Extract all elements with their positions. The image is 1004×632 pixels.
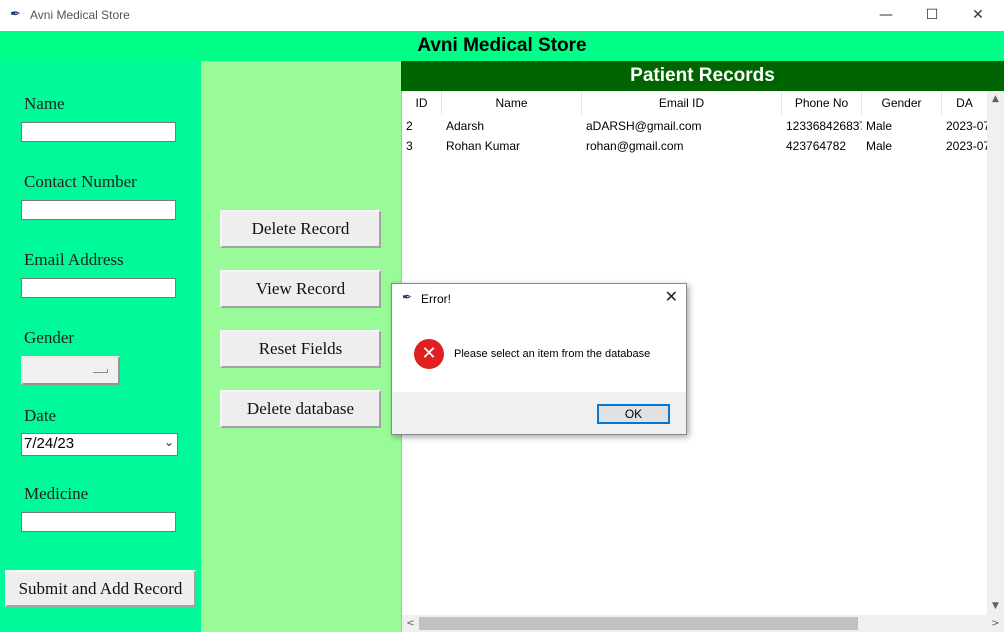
submit-button[interactable]: Submit and Add Record <box>5 570 196 607</box>
records-header: Patient Records <box>401 61 1004 91</box>
close-button[interactable]: ✕ <box>955 0 1001 31</box>
gender-label: Gender <box>24 328 75 347</box>
chevron-down-icon[interactable]: ⌄ <box>164 435 174 449</box>
gender-dropdown[interactable] <box>21 356 120 385</box>
reset-fields-button[interactable]: Reset Fields <box>220 330 381 368</box>
horizontal-scroll-thumb[interactable] <box>419 617 858 630</box>
column-header-id[interactable]: ID <box>402 91 442 115</box>
table-header: ID Name Email ID Phone No Gender DA <box>402 91 987 115</box>
dialog-close-icon[interactable]: ✕ <box>665 287 678 306</box>
app-header: Avni Medical Store <box>0 31 1004 61</box>
cell-phone: 123368426837 <box>786 119 862 133</box>
view-record-button[interactable]: View Record <box>220 270 381 308</box>
cell-email: rohan@gmail.com <box>586 139 684 153</box>
column-header-date[interactable]: DA <box>942 91 987 115</box>
name-label: Name <box>24 94 65 113</box>
cell-gender: Male <box>866 139 893 153</box>
option-indicator-icon <box>93 369 108 373</box>
name-field[interactable] <box>21 122 176 142</box>
cell-name: Rohan Kumar <box>446 139 521 153</box>
cell-gender: Male <box>866 119 893 133</box>
date-picker[interactable]: 7/24/23 ⌄ <box>21 433 178 456</box>
medicine-label: Medicine <box>24 484 89 503</box>
scroll-left-icon[interactable]: < <box>402 615 419 632</box>
maximize-button[interactable]: ☐ <box>909 0 955 31</box>
contact-field[interactable] <box>21 200 176 220</box>
window-titlebar: ✒ Avni Medical Store — ☐ ✕ <box>0 0 1004 32</box>
column-header-phone[interactable]: Phone No <box>782 91 862 115</box>
ok-button[interactable]: OK <box>597 404 670 424</box>
scroll-down-icon[interactable]: ▼ <box>987 601 1004 611</box>
app-title: Avni Medical Store <box>417 35 587 56</box>
email-field[interactable] <box>21 278 176 298</box>
dialog-title: Error! <box>421 292 451 306</box>
cell-date: 2023-07 <box>946 119 987 133</box>
error-x-icon: ✕ <box>414 339 444 369</box>
scroll-right-icon[interactable]: > <box>987 615 1004 632</box>
minimize-button[interactable]: — <box>863 0 909 31</box>
cell-email: aDARSH@gmail.com <box>586 119 702 133</box>
scroll-up-icon[interactable]: ▲ <box>987 94 1004 104</box>
cell-name: Adarsh <box>446 119 485 133</box>
error-dialog: ✒ Error! ✕ ✕ Please select an item from … <box>391 283 687 435</box>
date-value: 7/24/23 <box>24 435 75 452</box>
contact-label: Contact Number <box>24 172 137 191</box>
vertical-scrollbar[interactable]: ▲ ▼ <box>987 91 1004 615</box>
medicine-field[interactable] <box>21 512 176 532</box>
cell-phone: 423764782 <box>786 139 847 153</box>
actions-panel: Delete Record View Record Reset Fields D… <box>201 61 401 632</box>
date-label: Date <box>24 406 57 425</box>
delete-record-button[interactable]: Delete Record <box>220 210 381 248</box>
window-title: Avni Medical Store <box>30 8 130 22</box>
feather-icon: ✒ <box>10 7 21 22</box>
column-header-email[interactable]: Email ID <box>582 91 782 115</box>
records-title: Patient Records <box>630 65 775 86</box>
delete-database-button[interactable]: Delete database <box>220 390 381 428</box>
table-row[interactable]: 2 Adarsh aDARSH@gmail.com 123368426837 M… <box>402 116 987 136</box>
table-row[interactable]: 3 Rohan Kumar rohan@gmail.com 423764782 … <box>402 136 987 156</box>
cell-id: 2 <box>406 119 413 133</box>
column-header-name[interactable]: Name <box>442 91 582 115</box>
email-label: Email Address <box>24 250 124 269</box>
cell-id: 3 <box>406 139 413 153</box>
feather-icon: ✒ <box>402 290 413 304</box>
dialog-footer: OK <box>392 392 686 434</box>
column-header-gender[interactable]: Gender <box>862 91 942 115</box>
cell-date: 2023-07 <box>946 139 987 153</box>
horizontal-scrollbar[interactable]: < > <box>402 615 1004 632</box>
dialog-message: Please select an item from the database <box>454 348 651 360</box>
form-panel: Name Contact Number Email Address Gender… <box>0 61 201 632</box>
